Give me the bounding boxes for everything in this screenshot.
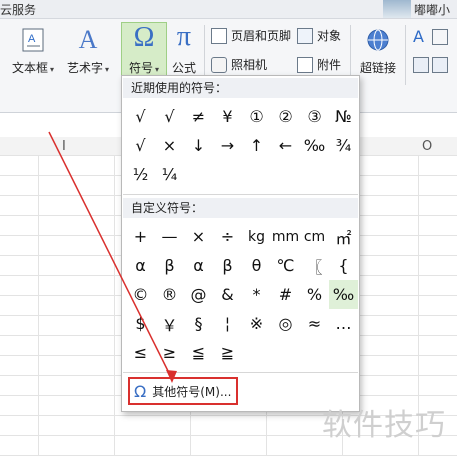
annotation-arrow: [48, 131, 177, 383]
watermark: 软件技巧: [322, 408, 446, 443]
